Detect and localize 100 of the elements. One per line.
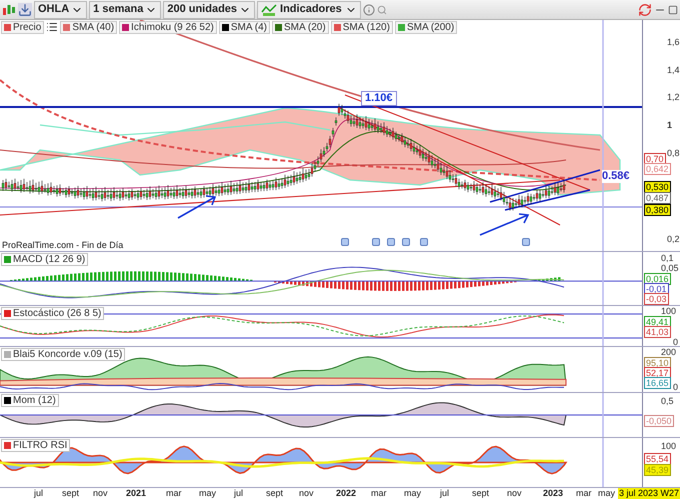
histogram-bar	[186, 273, 188, 282]
histogram-bar	[442, 281, 444, 290]
histogram-bar	[542, 279, 544, 282]
histogram-bar	[446, 281, 448, 290]
indicators-dropdown[interactable]: Indicadores	[257, 0, 361, 18]
axis-label: 1	[667, 120, 672, 130]
histogram-bar	[470, 281, 472, 288]
date-label: sept	[62, 488, 80, 499]
arrow-icon	[177, 195, 216, 219]
date-label: jul	[234, 488, 244, 499]
histogram-bar	[366, 281, 368, 290]
histogram-bar	[50, 276, 52, 282]
axis-label: 0,5	[661, 396, 674, 406]
histogram-bar	[242, 278, 244, 282]
histogram-bar	[202, 274, 204, 282]
legend-item[interactable]: SMA (120)	[330, 21, 393, 34]
legend-item[interactable]: SMA (4)	[218, 21, 270, 34]
histogram-bar	[42, 276, 44, 282]
histogram-bar	[314, 281, 316, 287]
histogram-bar	[326, 281, 328, 288]
event-icon[interactable]	[420, 238, 428, 246]
histogram-bar	[142, 271, 144, 282]
legend-item[interactable]: SMA (20)	[272, 21, 329, 34]
date-label: jul	[440, 488, 450, 499]
histogram-bar	[482, 281, 484, 286]
histogram-bar	[410, 281, 412, 291]
histogram-bar	[490, 281, 492, 285]
date-label: 2021	[126, 488, 146, 499]
value-tag: 0,380	[644, 204, 671, 216]
histogram-bar	[78, 273, 80, 282]
symbol-dropdown[interactable]: OHLA	[34, 0, 88, 18]
download-icon[interactable]	[18, 2, 32, 16]
legend-item[interactable]: Precio	[1, 21, 44, 34]
legend-item[interactable]: SMA (40)	[60, 21, 118, 34]
indicator-title[interactable]: MACD (12 26 9)	[1, 253, 88, 266]
histogram-bar	[418, 281, 420, 291]
histogram-bar	[494, 281, 496, 285]
date-label: 2023	[543, 488, 564, 499]
period-dropdown[interactable]: 1 semana	[89, 0, 162, 18]
histogram-bar	[370, 281, 372, 291]
refresh-icon[interactable]	[638, 2, 652, 16]
histogram-bar	[478, 281, 480, 286]
histogram-bar	[346, 281, 348, 290]
price-annotation: 0.58€	[602, 170, 630, 183]
histogram-bar	[382, 281, 384, 291]
histogram-bar	[214, 276, 216, 282]
axis-label: 1,6	[667, 37, 680, 47]
event-icon[interactable]	[522, 238, 530, 246]
info-icon[interactable]	[362, 4, 375, 16]
histogram-bar	[230, 278, 232, 282]
search-icon[interactable]	[376, 4, 387, 14]
histogram-bar	[162, 272, 164, 282]
legend-item[interactable]: Ichimoku (9 26 52)	[119, 21, 217, 34]
histogram-bar	[538, 279, 540, 282]
histogram-bar	[466, 281, 468, 288]
histogram-bar	[486, 281, 488, 286]
indicator-title[interactable]: Estocástico (26 8 5)	[1, 307, 104, 320]
histogram-bar	[18, 279, 20, 282]
indicator-title[interactable]: FILTRO RSI	[1, 439, 70, 452]
units-dropdown[interactable]: 200 unidades	[163, 0, 256, 18]
histogram-bar	[502, 281, 504, 284]
date-label: mar	[166, 488, 182, 499]
histogram-bar	[210, 275, 212, 282]
histogram-bar	[190, 274, 192, 282]
indicator-swatch	[4, 310, 11, 317]
histogram-bar	[394, 281, 396, 291]
histogram-bar	[282, 281, 284, 284]
date-label: may	[404, 488, 422, 499]
date-label: jul	[34, 488, 44, 499]
histogram-bar	[302, 281, 304, 286]
histogram-bar	[82, 272, 84, 282]
histogram-bar	[218, 276, 220, 282]
legend-item[interactable]: SMA (200)	[394, 21, 458, 34]
indicator-title[interactable]: Mom (12)	[1, 394, 59, 407]
histogram-bar	[298, 281, 300, 286]
histogram-bar	[94, 272, 96, 282]
axis-label: 0,1	[661, 253, 674, 263]
date-label: nov	[93, 488, 108, 499]
histogram-bar	[450, 281, 452, 289]
maximize-icon[interactable]	[668, 4, 678, 14]
date-label: 2022	[336, 488, 356, 499]
histogram-bar	[286, 281, 288, 284]
histogram-bar	[338, 281, 340, 289]
histogram-bar	[38, 276, 40, 282]
value-tag: -0,050	[644, 415, 674, 427]
chart-icon[interactable]	[2, 2, 16, 16]
histogram-bar	[146, 272, 148, 282]
date-label: sept	[472, 488, 490, 499]
histogram-bar	[102, 272, 104, 282]
histogram-bar	[114, 272, 116, 282]
date-label: mar	[576, 488, 592, 499]
indicator-title[interactable]: Blai5 Koncorde v.09 (15)	[1, 348, 126, 361]
histogram-bar	[458, 281, 460, 288]
histogram-bar	[74, 274, 76, 282]
event-icon[interactable]	[341, 238, 349, 246]
histogram-bar	[194, 274, 196, 282]
axis-label: 0	[673, 337, 678, 347]
histogram-bar	[66, 274, 68, 282]
histogram-bar	[86, 272, 88, 282]
indicator-swatch	[4, 442, 11, 449]
